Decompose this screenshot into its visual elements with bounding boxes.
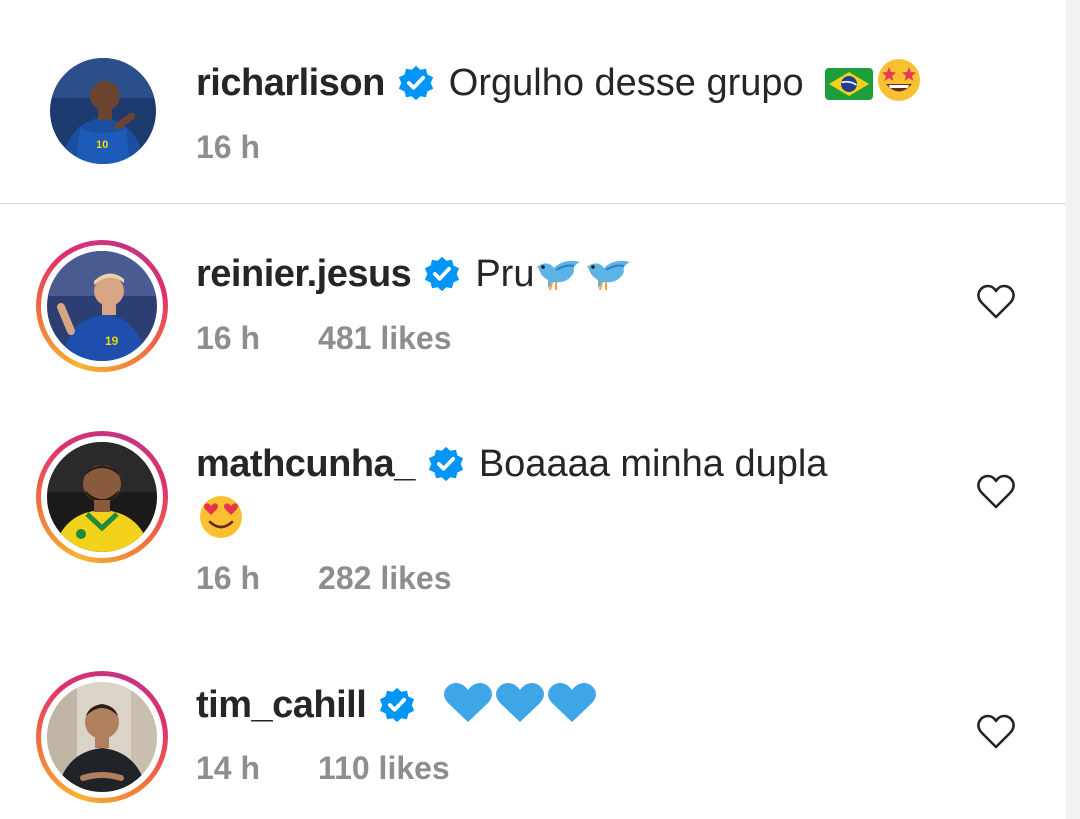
story-ring[interactable]: 19	[36, 240, 168, 372]
comment-timestamp: 16 h	[196, 129, 261, 165]
avatar[interactable]: 19	[47, 251, 157, 361]
comment-text: Boaaaa minha dupla	[478, 443, 828, 485]
bird-icon	[534, 252, 584, 294]
avatar[interactable]: 10	[50, 58, 156, 164]
comment-item: 10 richarlison Orgulho desse grupo 16 h	[0, 0, 1066, 203]
verified-badge-icon	[378, 686, 416, 724]
star-struck-face-icon	[874, 57, 924, 103]
comment-timestamp: 16 h	[196, 320, 261, 356]
like-heart-icon[interactable]	[976, 282, 1016, 322]
bird-icon	[584, 252, 634, 294]
comment-username[interactable]: tim_cahill	[196, 684, 367, 726]
comment-item: tim_cahill 14 h 110 likes	[0, 634, 1066, 819]
verified-badge-icon	[397, 64, 435, 102]
comment-username[interactable]: richarlison	[196, 62, 385, 104]
comment-item: mathcunha_ Boaaaa minha dupla 16 h 282 lik…	[0, 394, 1066, 634]
comment-likes-count[interactable]: 481 likes	[318, 320, 451, 356]
comment-timestamp: 14 h	[196, 750, 261, 786]
comment-timestamp: 16 h	[196, 560, 261, 596]
comment-likes-count[interactable]: 110 likes	[318, 750, 450, 786]
scrollbar-track[interactable]	[1066, 0, 1080, 819]
avatar[interactable]	[47, 442, 157, 552]
blue-heart-icon	[546, 681, 598, 725]
like-heart-icon[interactable]	[976, 712, 1016, 752]
blue-heart-icon	[442, 681, 494, 725]
heart-eyes-face-icon	[196, 494, 246, 540]
avatar[interactable]	[47, 682, 157, 792]
svg-text:19: 19	[105, 334, 119, 348]
comment-username[interactable]: mathcunha_	[196, 443, 415, 485]
verified-badge-icon	[423, 255, 461, 293]
comment-username[interactable]: reinier.jesus	[196, 253, 412, 295]
comment-likes-count[interactable]: 282 likes	[318, 560, 451, 596]
comment-text: Orgulho desse grupo	[448, 62, 804, 104]
like-heart-icon[interactable]	[976, 472, 1016, 512]
comment-item: 19 reinier.jesus Pru 16 h 481 likes	[0, 204, 1066, 394]
blue-heart-icon	[494, 681, 546, 725]
story-ring[interactable]	[36, 431, 168, 563]
svg-text:10: 10	[96, 139, 108, 151]
brazil-flag-icon	[824, 65, 874, 103]
verified-badge-icon	[427, 445, 465, 483]
comment-text: Pru	[475, 253, 535, 295]
story-ring[interactable]	[36, 671, 168, 803]
